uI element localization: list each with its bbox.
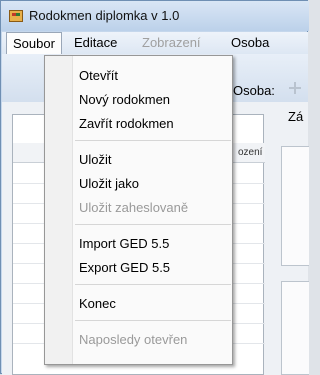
menu-item-ulozit-zaheslovane[interactable]: Uložit zaheslovaně bbox=[79, 198, 188, 218]
menu-item-naposledy-otevren[interactable]: Naposledy otevřen bbox=[79, 330, 187, 350]
plus-icon[interactable] bbox=[288, 81, 302, 95]
menu-separator bbox=[75, 284, 231, 285]
title-bar: Rodokmen diplomka v 1.0 bbox=[1, 1, 309, 31]
detail-box-2 bbox=[281, 281, 309, 375]
detail-panel-label: Zá bbox=[288, 109, 304, 124]
grid-column-header[interactable]: ození bbox=[238, 147, 262, 158]
osoba-label: Osoba: bbox=[233, 83, 275, 98]
menu-gutter bbox=[45, 56, 73, 364]
window-title: Rodokmen diplomka v 1.0 bbox=[29, 8, 180, 23]
menu-item-ulozit-jako[interactable]: Uložit jako bbox=[79, 174, 139, 194]
detail-box bbox=[281, 146, 309, 266]
menu-soubor[interactable]: Soubor bbox=[6, 32, 62, 55]
app-icon bbox=[9, 10, 23, 22]
menu-item-novy-rodokmen[interactable]: Nový rodokmen bbox=[79, 90, 170, 110]
soubor-dropdown-menu: Otevřít Nový rodokmen Zavřít rodokmen Ul… bbox=[44, 55, 233, 365]
menu-item-otevrit[interactable]: Otevřít bbox=[79, 66, 118, 86]
menu-item-ulozit[interactable]: Uložit bbox=[79, 150, 112, 170]
menu-editace[interactable]: Editace bbox=[68, 32, 123, 54]
menu-item-import-ged[interactable]: Import GED 5.5 bbox=[79, 234, 169, 254]
menu-osoba[interactable]: Osoba bbox=[225, 32, 275, 54]
menu-separator bbox=[75, 224, 231, 225]
app-window: Rodokmen diplomka v 1.0 Soubor Editace Z… bbox=[0, 0, 309, 375]
menu-bar: Soubor Editace Zobrazení Osoba bbox=[2, 32, 308, 55]
menu-separator bbox=[75, 140, 231, 141]
menu-item-zavrit-rodokmen[interactable]: Zavřít rodokmen bbox=[79, 114, 174, 134]
menu-zobrazeni[interactable]: Zobrazení bbox=[136, 32, 207, 54]
menu-item-konec[interactable]: Konec bbox=[79, 294, 116, 314]
menu-separator bbox=[75, 320, 231, 321]
menu-item-export-ged[interactable]: Export GED 5.5 bbox=[79, 258, 170, 278]
